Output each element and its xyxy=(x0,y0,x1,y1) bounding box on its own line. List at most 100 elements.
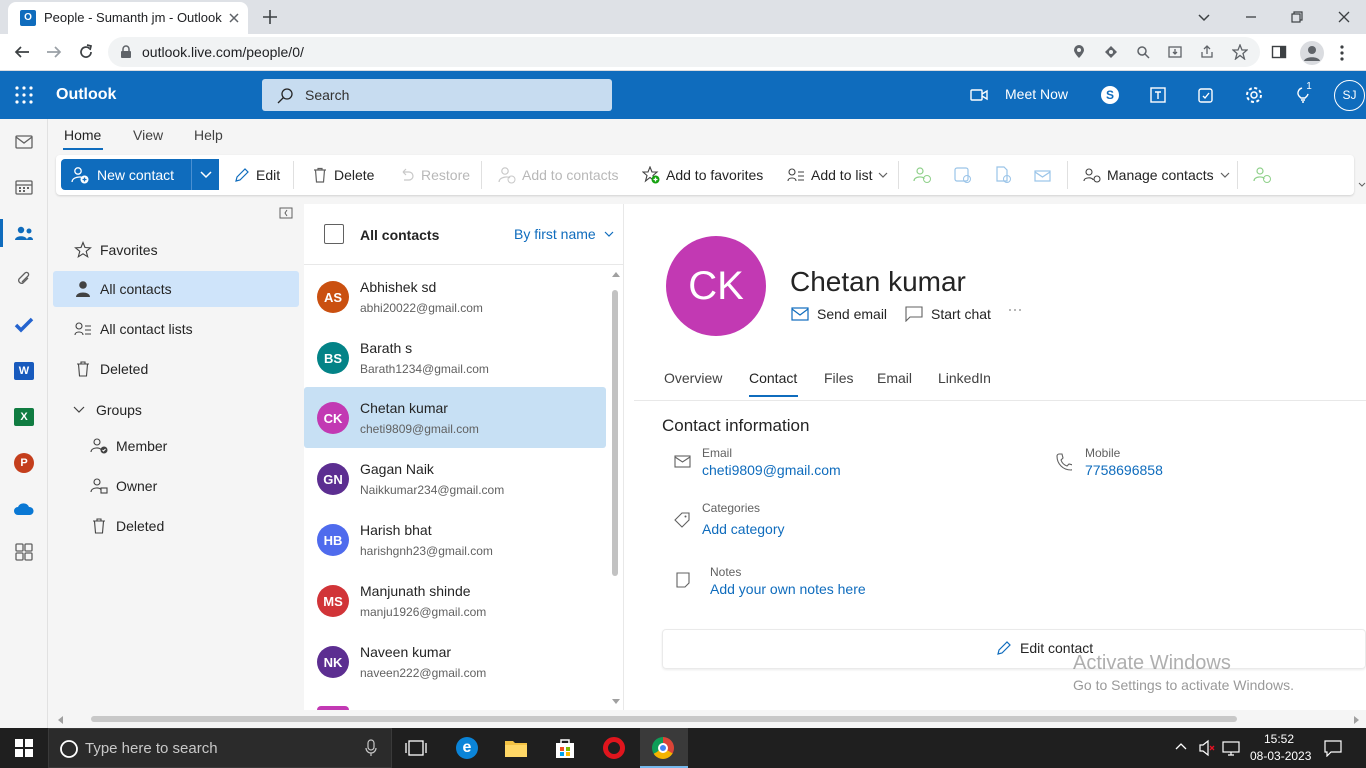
nav-all-contact-lists[interactable]: All contact lists xyxy=(74,311,193,347)
opera-icon[interactable] xyxy=(603,737,625,759)
nav-deleted[interactable]: Deleted xyxy=(74,351,148,387)
nav-all-contacts-content[interactable]: All contacts xyxy=(74,271,172,307)
nav-groups-deleted[interactable]: Deleted xyxy=(90,508,164,544)
tab-contact[interactable]: Contact xyxy=(749,370,797,386)
add-to-contacts-button[interactable]: Add to contacts xyxy=(498,155,619,195)
tab-email[interactable]: Email xyxy=(877,370,912,386)
horizontal-scrollbar-thumb[interactable] xyxy=(91,716,1237,722)
teams-icon[interactable] xyxy=(1149,86,1167,104)
restore-window-icon[interactable] xyxy=(1289,9,1305,25)
close-window-icon[interactable] xyxy=(1336,9,1352,25)
taskbar-search-box[interactable]: Type here to search xyxy=(48,728,392,768)
location-icon[interactable] xyxy=(1072,45,1086,59)
contact-item[interactable]: GN Gagan Naik Naikkumar234@gmail.com xyxy=(304,448,606,509)
tab-overview[interactable]: Overview xyxy=(664,370,722,386)
scroll-up-icon[interactable] xyxy=(612,272,620,277)
file-explorer-icon[interactable] xyxy=(504,738,528,758)
contact-item-selected[interactable]: CK Chetan kumar cheti9809@gmail.com xyxy=(304,387,606,448)
notifications-icon[interactable] xyxy=(1324,739,1342,757)
profile-icon[interactable] xyxy=(1300,41,1324,65)
bookmark-star-icon[interactable] xyxy=(1232,44,1248,60)
export-contact-icon[interactable] xyxy=(994,155,1014,195)
mail-icon[interactable] xyxy=(12,130,36,154)
tab-view[interactable]: View xyxy=(133,127,163,143)
excel-icon[interactable]: X xyxy=(12,405,36,429)
share-contact-icon[interactable] xyxy=(913,155,933,195)
app-launcher-icon[interactable] xyxy=(15,86,33,104)
send-email-button[interactable]: Send email xyxy=(791,306,887,322)
scroll-down-icon[interactable] xyxy=(612,699,620,704)
zoom-icon[interactable] xyxy=(1136,45,1150,59)
restore-button[interactable]: Restore xyxy=(399,155,470,195)
collapse-pane-icon[interactable] xyxy=(279,207,293,219)
user-avatar[interactable]: SJ xyxy=(1334,80,1365,111)
email-link[interactable]: cheti9809@gmail.com xyxy=(702,462,841,478)
edge-icon[interactable]: e xyxy=(456,737,478,759)
contact-item[interactable]: HB Harish bhat harishgnh23@gmail.com xyxy=(304,509,606,570)
nav-groups[interactable]: Groups xyxy=(72,392,142,428)
install-icon[interactable] xyxy=(1168,45,1182,59)
add-category-link[interactable]: Add category xyxy=(702,521,785,537)
chrome-taskbar-button[interactable] xyxy=(640,728,688,768)
tab-search-chevron-icon[interactable] xyxy=(1196,9,1212,25)
nav-favorites[interactable]: Favorites xyxy=(74,232,158,268)
mobile-link[interactable]: 7758696858 xyxy=(1085,462,1163,478)
back-icon[interactable] xyxy=(13,43,31,61)
new-contact-dropdown[interactable] xyxy=(191,159,219,190)
contact-item[interactable]: BS Barath s Barath1234@gmail.com xyxy=(304,327,606,388)
sort-dropdown[interactable]: By first name xyxy=(514,226,614,242)
manage-contacts-button[interactable]: Manage contacts xyxy=(1083,155,1230,195)
app-name[interactable]: Outlook xyxy=(56,86,116,104)
browser-tab[interactable]: O People - Sumanth jm - Outlook xyxy=(8,2,248,34)
microsoft-store-icon[interactable] xyxy=(554,737,576,759)
start-chat-button[interactable]: Start chat xyxy=(905,306,991,322)
microphone-icon[interactable] xyxy=(365,739,377,757)
show-hidden-icons-chevron-icon[interactable] xyxy=(1175,742,1187,750)
close-tab-icon[interactable] xyxy=(226,10,242,26)
minimize-icon[interactable] xyxy=(1243,9,1259,25)
attachment-icon[interactable] xyxy=(12,267,36,291)
search-input[interactable]: Search xyxy=(262,79,612,111)
list-scrollbar-thumb[interactable] xyxy=(612,290,618,576)
group-contacts-icon[interactable] xyxy=(1253,155,1273,195)
share-icon[interactable] xyxy=(1200,45,1214,59)
video-camera-icon[interactable] xyxy=(970,87,988,103)
more-options-icon[interactable] xyxy=(1008,308,1022,312)
forward-icon[interactable] xyxy=(45,43,63,61)
todo-icon[interactable] xyxy=(12,313,36,337)
task-view-icon[interactable] xyxy=(405,739,427,757)
network-icon[interactable] xyxy=(1222,739,1240,757)
tab-files[interactable]: Files xyxy=(824,370,854,386)
onedrive-icon[interactable] xyxy=(12,497,36,521)
volume-muted-icon[interactable] xyxy=(1198,739,1216,757)
tab-linkedin[interactable]: LinkedIn xyxy=(938,370,991,386)
more-apps-icon[interactable] xyxy=(12,540,36,564)
add-to-list-button[interactable]: Add to list xyxy=(787,155,888,195)
word-icon[interactable]: W xyxy=(12,359,36,383)
side-panel-icon[interactable] xyxy=(1271,44,1287,60)
nav-owner[interactable]: Owner xyxy=(90,468,157,504)
taskbar-time[interactable]: 15:52 xyxy=(1264,732,1294,746)
add-to-favorites-button[interactable]: Add to favorites xyxy=(642,155,763,195)
select-all-checkbox[interactable] xyxy=(324,224,344,244)
new-tab-icon[interactable] xyxy=(261,8,279,26)
calendar-icon[interactable] xyxy=(12,175,36,199)
lock-icon[interactable] xyxy=(120,45,132,59)
add-notes-link[interactable]: Add your own notes here xyxy=(710,581,866,597)
horizontal-scrollbar[interactable] xyxy=(48,710,1366,728)
powerpoint-icon[interactable]: P xyxy=(12,451,36,475)
scroll-right-icon[interactable] xyxy=(1354,716,1359,724)
edit-button[interactable]: Edit xyxy=(234,155,280,195)
scroll-left-icon[interactable] xyxy=(58,716,63,724)
ribbon-expand-chevron-icon[interactable] xyxy=(1358,182,1366,188)
meet-now-button[interactable]: Meet Now xyxy=(1005,86,1068,102)
skype-icon[interactable]: S xyxy=(1101,86,1119,104)
contact-item[interactable]: NK Naveen kumar naveen222@gmail.com xyxy=(304,631,606,692)
taskbar-date[interactable]: 08-03-2023 xyxy=(1250,749,1311,763)
delete-button[interactable]: Delete xyxy=(312,155,374,195)
email-contact-icon[interactable] xyxy=(1033,155,1053,195)
nav-member[interactable]: Member xyxy=(90,428,167,464)
tab-help[interactable]: Help xyxy=(194,127,223,143)
windows-start-icon[interactable] xyxy=(15,739,33,757)
address-bar[interactable]: outlook.live.com/people/0/ xyxy=(108,37,1260,67)
